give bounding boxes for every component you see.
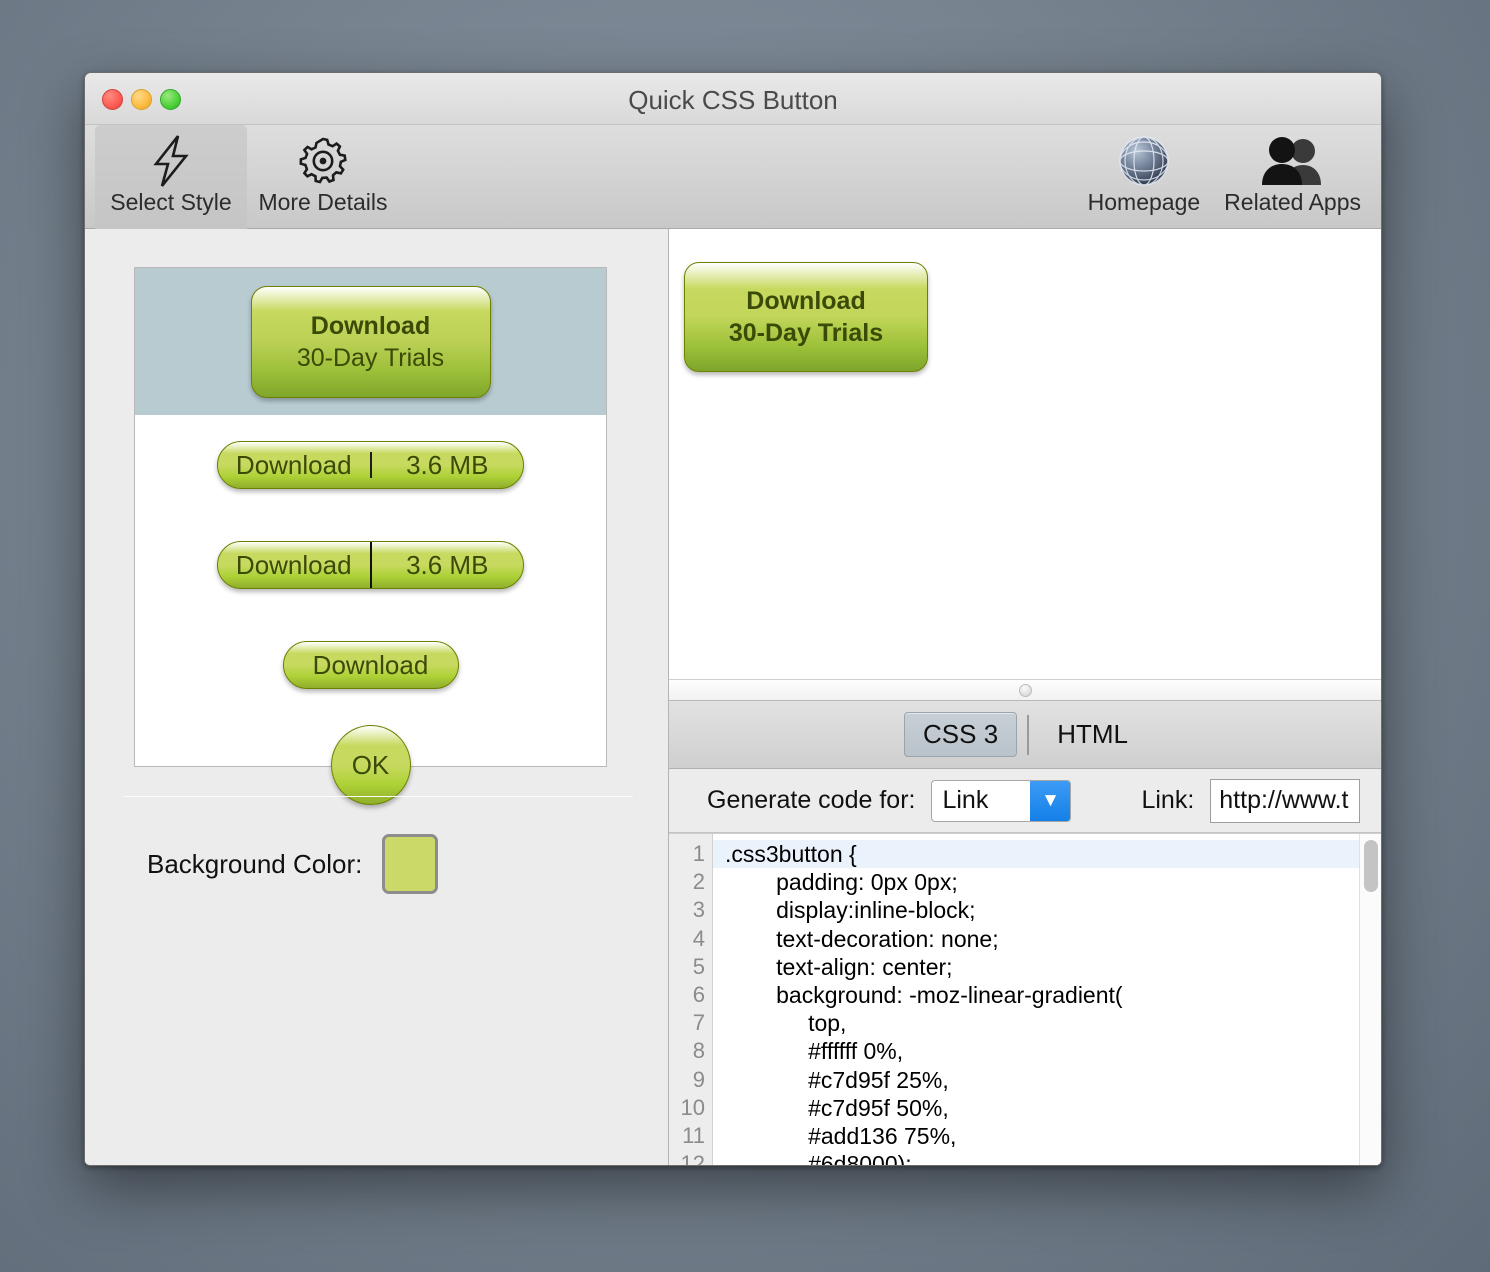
title-bar: Quick CSS Button: [85, 73, 1381, 125]
generate-code-label: Generate code for:: [707, 786, 916, 814]
code-line: padding: 0px 0px;: [725, 869, 958, 896]
right-panel: Download 30-Day Trials CSS 3 HTML Genera…: [669, 229, 1381, 1166]
globe-icon: [1115, 133, 1173, 189]
code-line: #add136 75%,: [725, 1123, 957, 1150]
pane-splitter[interactable]: [669, 679, 1381, 701]
button-right-label: 3.6 MB: [406, 549, 489, 580]
chevron-down-icon[interactable]: ▼: [1030, 780, 1071, 821]
style-list-item-split-short[interactable]: Download 3.6 MB: [135, 415, 606, 515]
line-number: 11: [682, 1123, 705, 1149]
toolbar-item-label: More Details: [258, 189, 388, 215]
toolbar-item-label: Related Apps: [1224, 189, 1361, 215]
splitter-knob-icon[interactable]: [1018, 683, 1032, 697]
line-number: 8: [692, 1038, 705, 1064]
line-number: 7: [692, 1010, 705, 1036]
code-line: background: -moz-linear-gradient(: [725, 982, 1123, 1009]
lightning-bolt-icon: [148, 133, 194, 189]
line-number-gutter: 1 2 3 4 5 6 7 8 9 10 11 12: [669, 834, 713, 1166]
line-number: 6: [692, 982, 705, 1008]
button-right-label: 3.6 MB: [406, 449, 489, 480]
button-line-1: Download: [310, 311, 431, 340]
line-number: 9: [692, 1066, 705, 1092]
background-color-swatch[interactable]: [382, 834, 439, 894]
preview-button-line-1: Download: [746, 286, 866, 315]
style-list[interactable]: Download 30-Day Trials Download 3.6 MB D…: [134, 267, 607, 805]
divider: [123, 796, 633, 797]
line-number: 10: [680, 1094, 705, 1120]
button-line-2: 30-Day Trials: [296, 343, 445, 372]
preview-button-line-2: 30-Day Trials: [728, 319, 884, 347]
button-left-label: Download: [235, 549, 352, 580]
code-line: #c7d95f 25%,: [725, 1066, 949, 1093]
code-text-area[interactable]: .css3button { padding: 0px 0px; display:…: [713, 834, 1359, 1166]
generate-code-value: Link: [942, 786, 989, 814]
button-preview-area: Download 30-Day Trials: [669, 229, 1381, 679]
code-line: text-decoration: none;: [725, 925, 999, 952]
background-color-row: Background Color:: [147, 834, 439, 894]
left-panel: Download 30-Day Trials Download 3.6 MB D…: [85, 229, 669, 1165]
code-line: #ffffff 0%,: [725, 1038, 904, 1065]
tab-css3[interactable]: CSS 3: [904, 712, 1018, 757]
generate-code-row: Generate code for: Link ▼ Link: http://w…: [669, 769, 1381, 833]
button-left-label: Download: [235, 449, 352, 480]
toolbar-item-more-details[interactable]: More Details: [247, 125, 399, 229]
code-scrollbar[interactable]: [1359, 834, 1381, 1165]
preview-button-split-short[interactable]: Download 3.6 MB: [217, 441, 524, 489]
toolbar-item-label: Homepage: [1087, 189, 1201, 215]
app-window: Quick CSS Button Select Style More Detai…: [84, 72, 1382, 1166]
link-input[interactable]: http://www.t: [1210, 778, 1361, 823]
link-label: Link:: [1141, 786, 1195, 814]
code-line: display:inline-block;: [725, 897, 976, 924]
style-list-item-rounded-rect[interactable]: Download 30-Day Trials: [135, 268, 606, 415]
gear-icon: [297, 133, 349, 189]
code-editor[interactable]: 1 2 3 4 5 6 7 8 9 10 11 12 .css3button {…: [669, 833, 1381, 1166]
toolbar-item-homepage[interactable]: Homepage: [1076, 125, 1213, 229]
line-number: 3: [692, 897, 705, 923]
preview-button-pill[interactable]: Download: [282, 641, 459, 689]
toolbar-item-label: Select Style: [110, 189, 232, 215]
live-preview-button[interactable]: Download 30-Day Trials: [684, 262, 928, 372]
generate-code-select[interactable]: Link ▼: [931, 779, 1072, 822]
code-tab-bar: CSS 3 HTML: [669, 701, 1381, 769]
tab-html[interactable]: HTML: [1039, 713, 1146, 756]
code-line: text-align: center;: [725, 953, 953, 980]
code-line: #c7d95f 50%,: [725, 1094, 949, 1121]
line-number: 12: [680, 1151, 705, 1166]
preview-button-rounded-rect[interactable]: Download 30-Day Trials: [250, 285, 491, 398]
preview-button-split-full[interactable]: Download 3.6 MB: [217, 541, 524, 589]
line-number: 2: [692, 869, 705, 895]
preview-button-circle[interactable]: OK: [330, 725, 411, 805]
toolbar-left-group: Select Style More Details: [95, 125, 399, 229]
background-color-label: Background Color:: [147, 848, 363, 879]
line-number: 4: [692, 925, 705, 951]
code-line: .css3button {: [713, 840, 1359, 869]
style-list-item-split-full[interactable]: Download 3.6 MB: [135, 515, 606, 615]
code-line: #6d8000);: [725, 1151, 912, 1166]
window-title: Quick CSS Button: [628, 85, 838, 115]
toolbar-item-select-style[interactable]: Select Style: [95, 125, 247, 229]
toolbar-item-related-apps[interactable]: Related Apps: [1212, 125, 1373, 229]
line-number: 1: [692, 841, 705, 866]
line-number: 5: [692, 953, 705, 979]
content-area: Download 30-Day Trials Download 3.6 MB D…: [85, 229, 1381, 1166]
code-scrollbar-thumb[interactable]: [1364, 840, 1378, 892]
toolbar-right-group: Homepage Related Apps: [1076, 125, 1373, 229]
code-line: top,: [725, 1010, 847, 1037]
style-list-item-circle[interactable]: OK: [135, 715, 606, 815]
style-list-item-pill[interactable]: Download: [135, 615, 606, 715]
people-icon: [1257, 133, 1329, 189]
toolbar: Select Style More Details Homepage Relat…: [85, 125, 1381, 229]
tab-separator: [1027, 714, 1030, 755]
